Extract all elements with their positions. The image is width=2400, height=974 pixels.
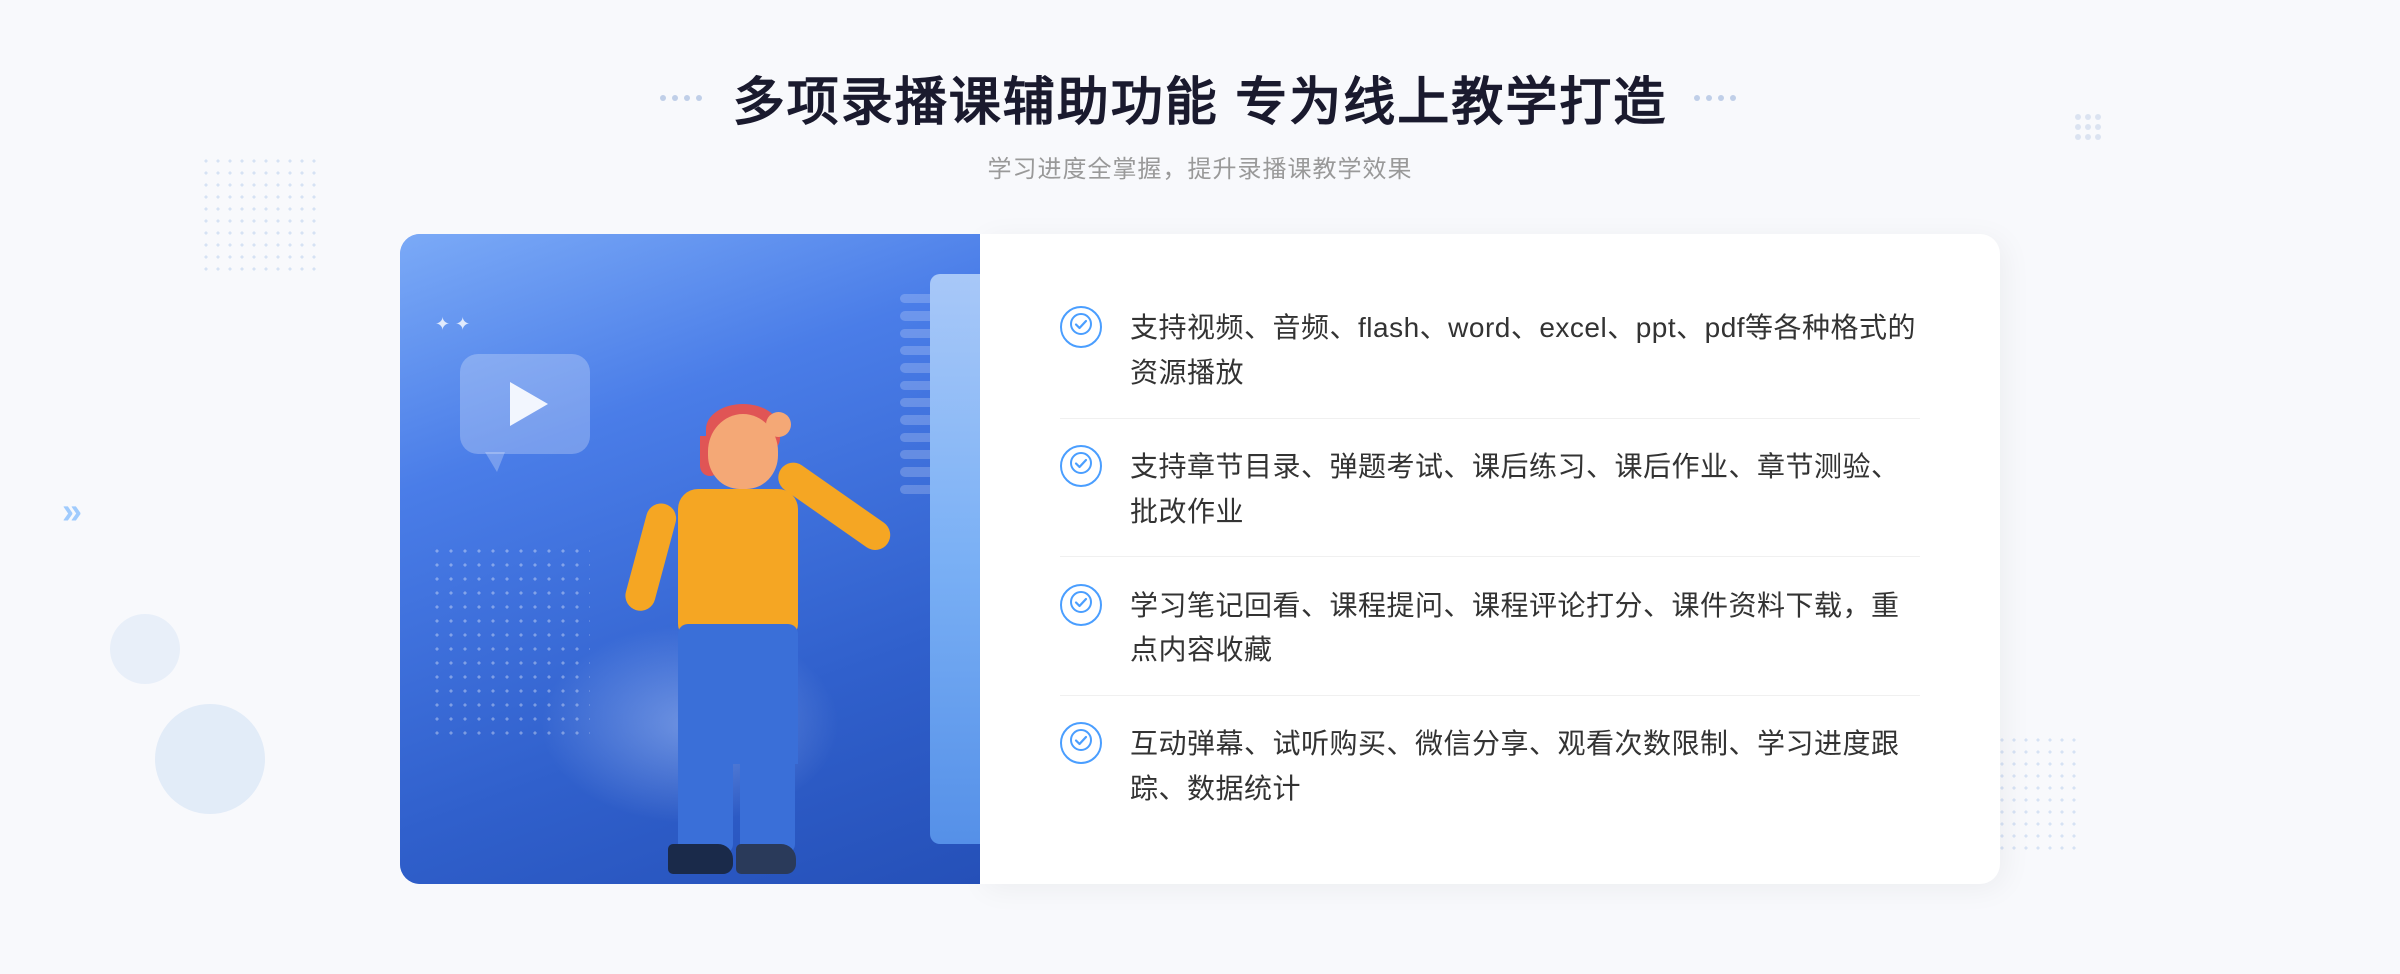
content-area: ✦ ✦	[400, 234, 2000, 884]
blue-side-panel	[930, 274, 980, 844]
page-container: » 多项录播课辅助功能 专为线上教学打造	[0, 0, 2400, 974]
feature-item-2: 支持章节目录、弹题考试、课后练习、课后作业、章节测验、批改作业	[1060, 423, 1920, 558]
check-circle-3	[1060, 584, 1102, 626]
person-body	[678, 489, 798, 639]
header-section: 多项录播课辅助功能 专为线上教学打造 学习进度全掌握，提升录播课教学效果	[653, 60, 1747, 184]
feature-text-3: 学习笔记回看、课程提问、课程评论打分、课件资料下载，重点内容收藏	[1130, 584, 1920, 674]
check-icon-2	[1070, 452, 1092, 480]
content-panel: 支持视频、音频、flash、word、excel、ppt、pdf等各种格式的资源…	[980, 234, 2000, 884]
person-arm-left	[622, 500, 679, 614]
dots-deco-left	[200, 155, 320, 275]
header-decorators: 多项录播课辅助功能 专为线上教学打造	[653, 60, 1747, 135]
check-icon-4	[1070, 729, 1092, 757]
person-shoe-right	[736, 844, 796, 874]
feature-item-1: 支持视频、音频、flash、word、excel、ppt、pdf等各种格式的资源…	[1060, 284, 1920, 419]
person-leg-right	[740, 734, 795, 854]
check-circle-1	[1060, 306, 1102, 348]
header-dots-left	[653, 88, 713, 108]
stars-deco: ✦ ✦	[435, 314, 470, 335]
check-icon-3	[1070, 591, 1092, 619]
deco-circle-large	[155, 704, 265, 814]
chevron-left-deco: »	[62, 490, 82, 532]
page-title: 多项录播课辅助功能 专为线上教学打造	[733, 60, 1667, 135]
feature-text-1: 支持视频、音频、flash、word、excel、ppt、pdf等各种格式的资源…	[1130, 306, 1920, 396]
check-icon-1	[1070, 313, 1092, 341]
feature-text-4: 互动弹幕、试听购买、微信分享、观看次数限制、学习进度跟踪、数据统计	[1130, 722, 1920, 812]
feature-text-2: 支持章节目录、弹题考试、课后练习、课后作业、章节测验、批改作业	[1130, 445, 1920, 535]
feature-item-3: 学习笔记回看、课程提问、课程评论打分、课件资料下载，重点内容收藏	[1060, 562, 1920, 697]
check-circle-4	[1060, 722, 1102, 764]
person-shoe-left	[668, 844, 733, 874]
person-figure	[578, 384, 858, 884]
person-hand	[766, 412, 791, 437]
play-bubble-box	[460, 354, 590, 454]
check-circle-2	[1060, 445, 1102, 487]
illustration-container: ✦ ✦	[400, 234, 980, 884]
header-dots-right	[1687, 88, 1747, 108]
page-subtitle: 学习进度全掌握，提升录播课教学效果	[653, 149, 1747, 184]
person-leg-left	[678, 734, 733, 854]
chevron-right-deco	[2074, 110, 2110, 152]
feature-item-4: 互动弹幕、试听购买、微信分享、观看次数限制、学习进度跟踪、数据统计	[1060, 700, 1920, 834]
deco-circle-small	[110, 614, 180, 684]
illustration-bg: ✦ ✦	[400, 234, 980, 884]
play-icon	[510, 382, 548, 426]
